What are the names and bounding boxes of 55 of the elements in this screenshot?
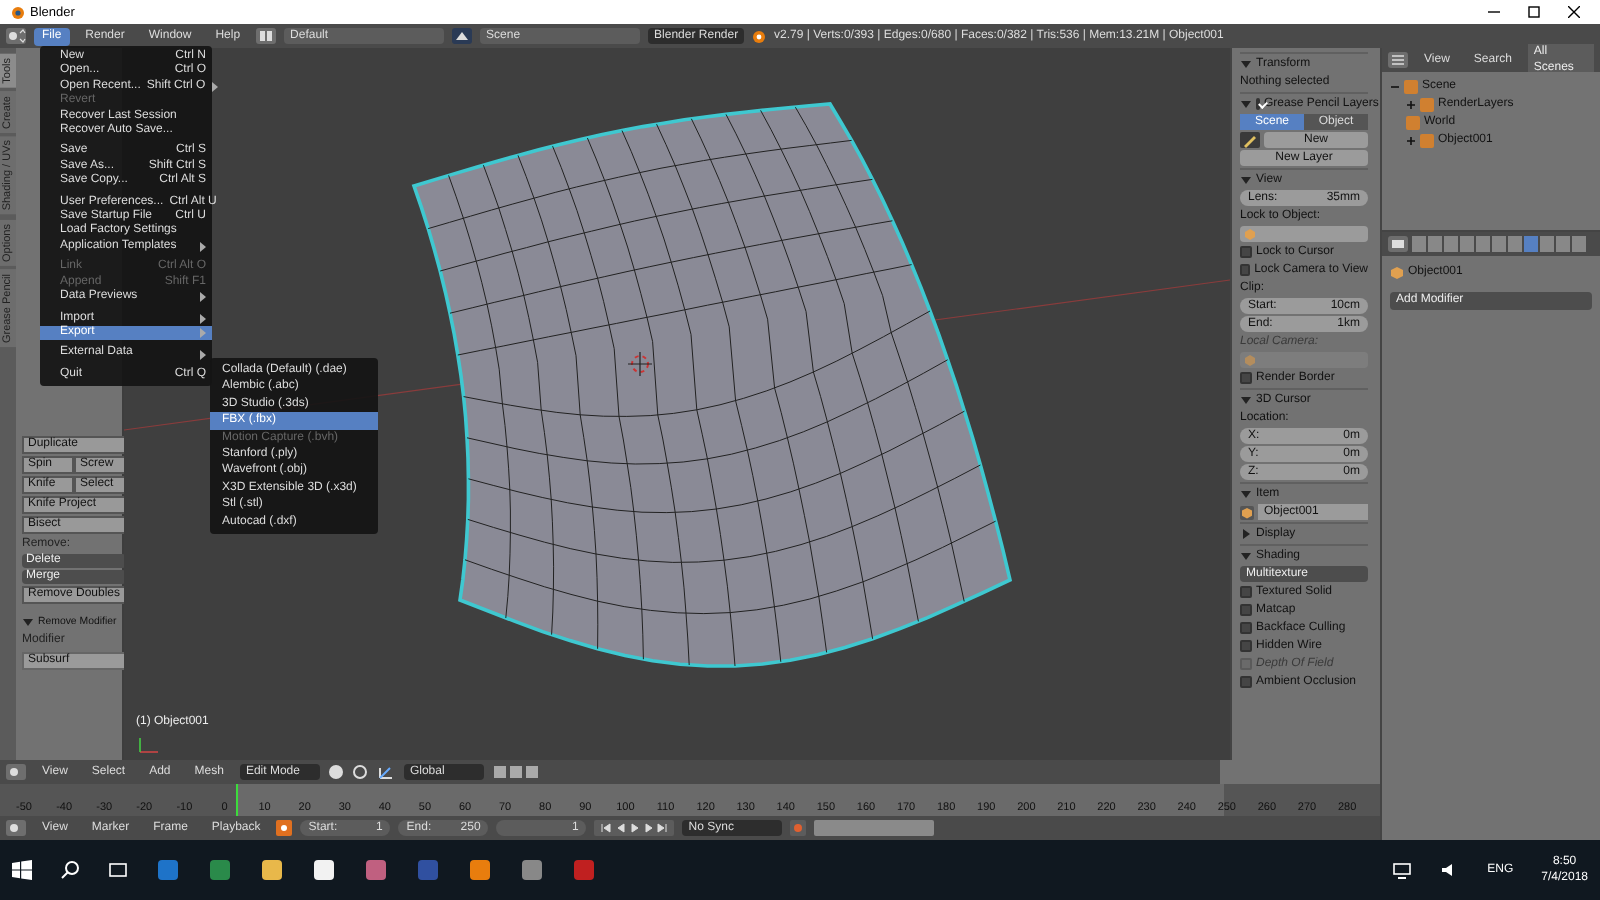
- expand-toggle-icon[interactable]: [1240, 58, 1252, 70]
- current-frame-line: [236, 784, 238, 816]
- checkbox[interactable]: [1240, 586, 1252, 598]
- object-icon: [1390, 265, 1404, 279]
- checkbox[interactable]: [1240, 246, 1252, 258]
- windows-logo-icon[interactable]: [12, 860, 32, 880]
- maximize-icon[interactable]: [1528, 6, 1540, 18]
- record-icon[interactable]: [790, 820, 807, 836]
- expand-toggle-icon[interactable]: [1240, 174, 1252, 186]
- checkbox[interactable]: [1240, 604, 1252, 616]
- playback-controls-icon[interactable]: [594, 820, 675, 836]
- expand-toggle-icon[interactable]: [22, 616, 34, 628]
- preview-range-icon[interactable]: [276, 820, 293, 836]
- checkbox[interactable]: [1240, 640, 1252, 652]
- network-icon[interactable]: [1391, 860, 1412, 880]
- axis-gizmo-icon: [139, 737, 159, 753]
- object-field[interactable]: [1240, 226, 1368, 242]
- blender-logo-icon: [8, 4, 24, 20]
- layout-icon[interactable]: [256, 28, 277, 44]
- object-icon: [1244, 354, 1256, 366]
- app-icon[interactable]: [468, 858, 492, 882]
- expand-toggle-icon[interactable]: [1240, 488, 1252, 500]
- shading-sphere-icon[interactable]: [327, 764, 344, 780]
- editor-type-icon[interactable]: [6, 820, 26, 836]
- minimize-icon[interactable]: [1488, 6, 1500, 18]
- search-icon[interactable]: [60, 860, 80, 880]
- expand-toggle-icon[interactable]: [1240, 528, 1252, 540]
- scene-icon[interactable]: [452, 28, 473, 44]
- task-view-icon[interactable]: [108, 860, 128, 880]
- keying-set-field-icon[interactable]: [814, 820, 935, 836]
- pencil-icon[interactable]: [1240, 132, 1260, 148]
- app-icon[interactable]: [260, 858, 284, 882]
- checkbox[interactable]: [1240, 622, 1252, 634]
- properties-tabs-icon[interactable]: [1412, 236, 1592, 252]
- expand-toggle-icon[interactable]: [1406, 99, 1416, 109]
- object-icon: [1244, 228, 1256, 240]
- expand-toggle-icon[interactable]: [1406, 135, 1416, 145]
- editor-type-icon[interactable]: [6, 28, 26, 44]
- editor-type-icon[interactable]: [1388, 52, 1408, 68]
- editor-type-icon[interactable]: [6, 764, 26, 780]
- expand-toggle-icon[interactable]: [1240, 98, 1252, 110]
- expand-toggle-icon[interactable]: [1390, 81, 1400, 91]
- expand-toggle-icon[interactable]: [1240, 394, 1252, 406]
- expand-toggle-icon[interactable]: [1240, 550, 1252, 562]
- 3d-cursor-icon: [627, 351, 653, 377]
- checkbox[interactable]: [1240, 676, 1252, 688]
- blender-logo-icon: [752, 29, 767, 43]
- close-icon[interactable]: [1568, 6, 1580, 18]
- manipulator-icon[interactable]: [375, 764, 396, 780]
- pivot-icon[interactable]: [351, 764, 368, 780]
- app-icon[interactable]: [312, 858, 336, 882]
- checkbox[interactable]: [1240, 372, 1252, 384]
- editor-type-icon[interactable]: [1388, 236, 1408, 252]
- checkbox[interactable]: [1240, 264, 1251, 276]
- layers-icon[interactable]: [491, 764, 540, 780]
